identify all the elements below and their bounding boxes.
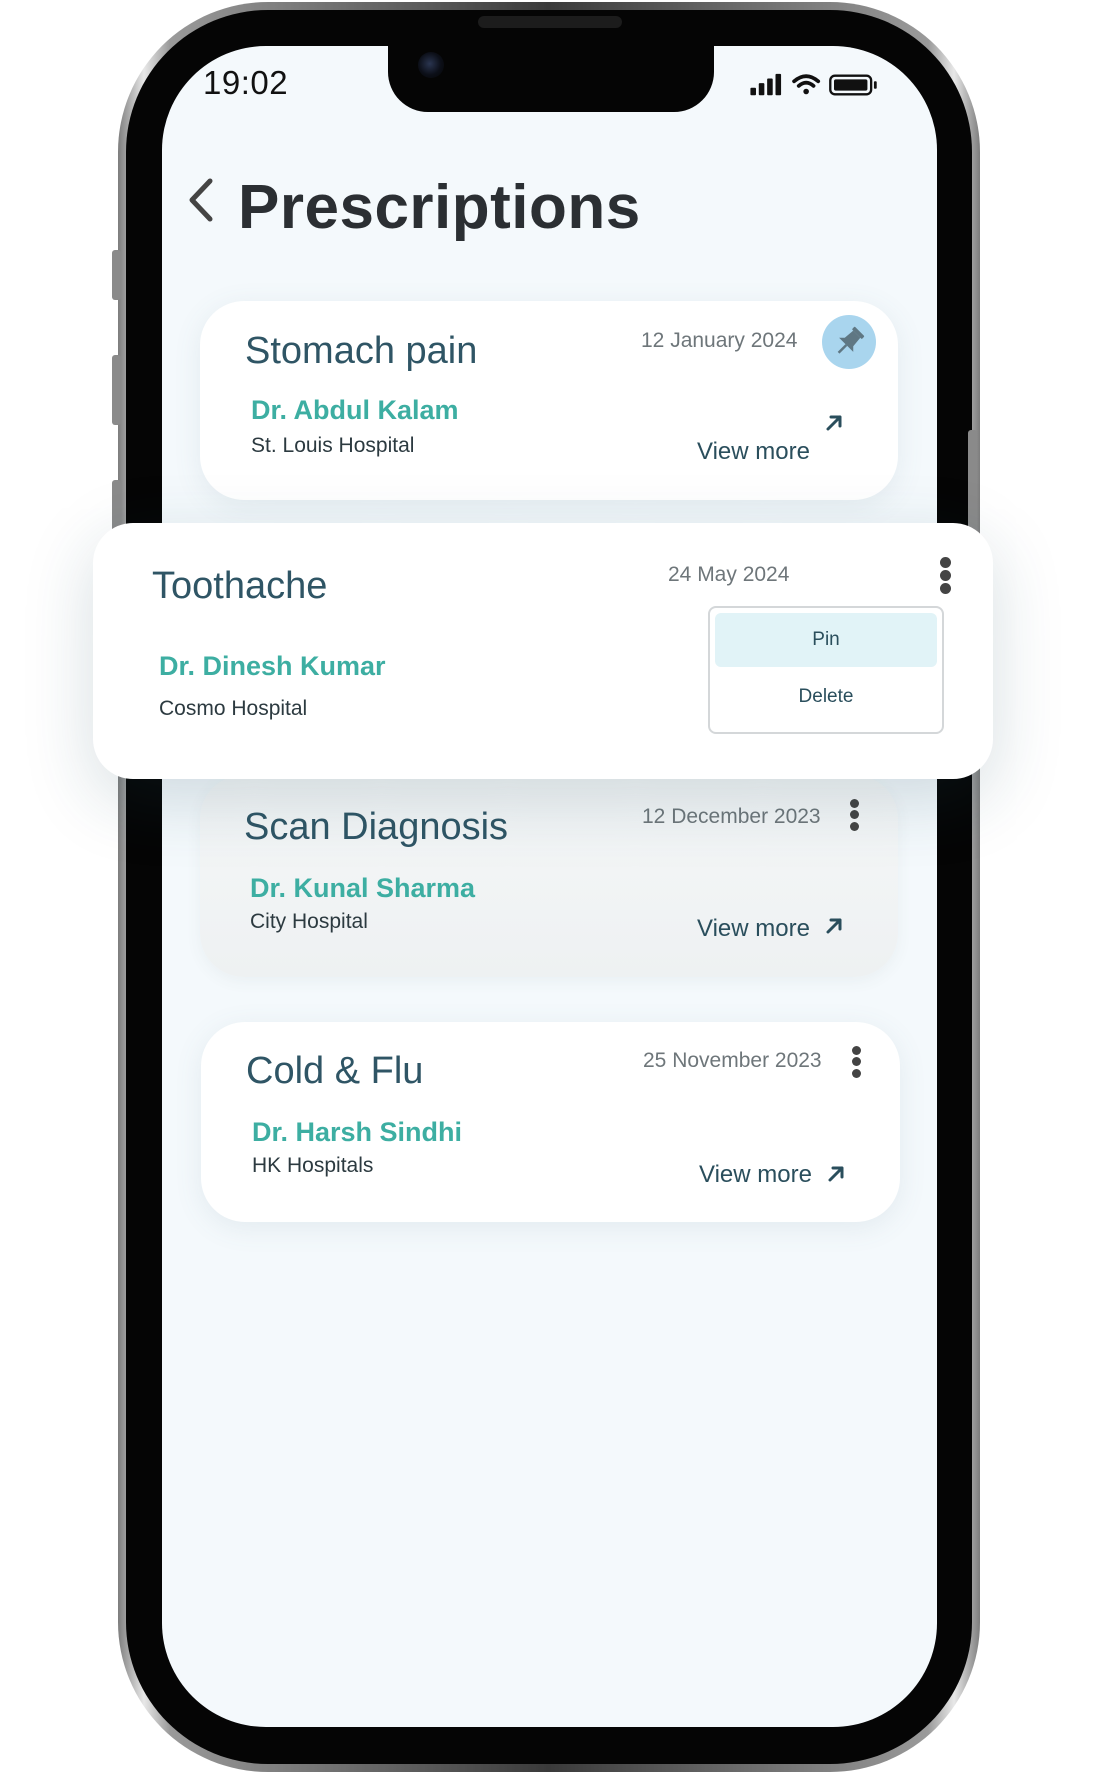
doctor-name: Dr. Kunal Sharma	[250, 873, 476, 903]
prescription-date: 12 December 2023	[642, 805, 821, 828]
power-button	[968, 430, 977, 540]
prescription-title: Toothache	[152, 565, 328, 607]
page-title: Prescriptions	[238, 173, 641, 242]
more-options-icon[interactable]	[938, 555, 952, 594]
view-more-link[interactable]: View more	[697, 438, 810, 466]
pin-button[interactable]	[822, 315, 876, 369]
context-menu: Pin Delete	[708, 606, 944, 734]
signal-icon	[750, 73, 782, 96]
menu-item-delete[interactable]: Delete	[715, 670, 937, 724]
hospital-name: Cosmo Hospital	[159, 697, 308, 720]
doctor-name: Dr. Harsh Sindhi	[252, 1117, 463, 1147]
doctor-name: Dr. Abdul Kalam	[251, 395, 459, 425]
status-time: 19:02	[203, 64, 289, 101]
silent-switch	[112, 250, 121, 300]
wifi-icon	[792, 74, 821, 95]
volume-up-button	[112, 355, 121, 425]
more-options-icon[interactable]	[847, 796, 861, 834]
pushpin-icon	[837, 326, 865, 354]
hospital-name: City Hospital	[250, 910, 368, 933]
battery-icon	[829, 74, 877, 96]
chevron-left-icon[interactable]	[186, 177, 216, 223]
prescription-date: 25 November 2023	[643, 1049, 822, 1072]
front-camera	[418, 52, 444, 78]
prescription-date: 12 January 2024	[641, 329, 798, 352]
arrow-up-right-icon[interactable]	[826, 1164, 846, 1184]
speaker-grille	[478, 16, 622, 28]
prescription-title: Cold & Flu	[246, 1050, 424, 1092]
arrow-up-right-icon[interactable]	[824, 413, 844, 433]
more-options-icon[interactable]	[849, 1043, 863, 1081]
prescription-date: 24 May 2024	[668, 563, 790, 586]
status-icons	[750, 73, 877, 96]
hospital-name: St. Louis Hospital	[251, 434, 415, 457]
view-more-link[interactable]: View more	[699, 1161, 812, 1189]
prescription-title: Stomach pain	[245, 330, 478, 372]
hospital-name: HK Hospitals	[252, 1154, 374, 1177]
doctor-name: Dr. Dinesh Kumar	[159, 651, 386, 681]
menu-item-pin[interactable]: Pin	[715, 613, 937, 667]
view-more-link[interactable]: View more	[697, 915, 810, 943]
arrow-up-right-icon[interactable]	[824, 916, 844, 936]
prescription-title: Scan Diagnosis	[244, 806, 509, 848]
